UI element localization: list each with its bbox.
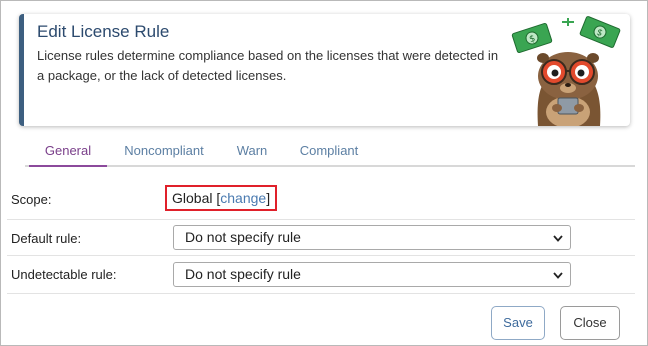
edit-license-rule-dialog: Edit License Rule License rules determin…: [0, 0, 648, 346]
row-divider: [7, 255, 635, 256]
money-icon: $: [579, 16, 621, 48]
money-icon: $: [511, 22, 553, 54]
row-divider: [7, 219, 635, 220]
rule-tabs: General Noncompliant Warn Compliant: [25, 135, 635, 167]
info-banner: Edit License Rule License rules determin…: [19, 14, 630, 126]
tab-general[interactable]: General: [29, 135, 107, 167]
undetectable-rule-select[interactable]: Do not specify rule: [173, 262, 571, 287]
chevron-down-icon: [553, 235, 563, 242]
undetectable-rule-label: Undetectable rule:: [11, 267, 117, 282]
change-scope-link[interactable]: change: [220, 190, 266, 206]
close-button[interactable]: Close: [560, 306, 620, 340]
banner-description: License rules determine compliance based…: [37, 48, 499, 83]
undetectable-rule-selected-value: Do not specify rule: [185, 266, 301, 282]
default-rule-select[interactable]: Do not specify rule: [173, 225, 571, 250]
scope-value: Global: [172, 190, 213, 206]
default-rule-selected-value: Do not specify rule: [185, 229, 301, 245]
mascot-illustration: $ $: [511, 16, 621, 126]
scope-label: Scope:: [11, 192, 52, 207]
chevron-down-icon: [553, 272, 563, 279]
save-button[interactable]: Save: [491, 306, 545, 340]
row-divider: [7, 293, 635, 294]
tab-noncompliant[interactable]: Noncompliant: [115, 135, 213, 167]
banner-title: Edit License Rule: [37, 22, 170, 41]
scope-value-box: Global [change]: [165, 185, 277, 211]
tab-compliant[interactable]: Compliant: [289, 135, 369, 167]
default-rule-label: Default rule:: [11, 231, 82, 246]
tab-warn[interactable]: Warn: [225, 135, 279, 167]
